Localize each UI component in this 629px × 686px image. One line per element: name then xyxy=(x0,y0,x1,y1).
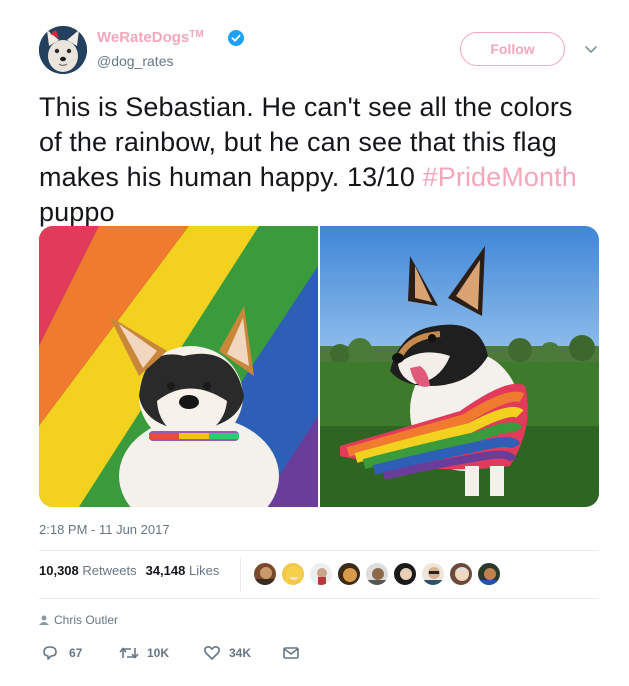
likes-stat[interactable]: 34,148 Likes xyxy=(146,563,220,578)
user-handle[interactable]: @dog_rates xyxy=(97,53,173,69)
display-name[interactable]: WeRateDogsTM xyxy=(97,29,204,46)
liker-avatar[interactable] xyxy=(477,562,501,586)
retweets-stat[interactable]: 10,308 Retweets xyxy=(39,563,137,578)
photo-corgi-on-flag[interactable] xyxy=(39,226,318,507)
tweet-timestamp[interactable]: 2:18 PM - 11 Jun 2017 xyxy=(39,522,170,537)
retweet-icon xyxy=(119,647,139,659)
author-attribution[interactable]: Chris Outler xyxy=(39,613,118,627)
liker-avatar[interactable] xyxy=(253,562,277,586)
author-name: Chris Outler xyxy=(54,613,119,627)
follow-button[interactable]: Follow xyxy=(460,32,565,66)
divider xyxy=(39,598,599,599)
tweet-header: WeRateDogsTM @dog_rates Follow xyxy=(39,24,599,74)
trademark-mark: TM xyxy=(189,29,204,40)
display-name-text: WeRateDogs xyxy=(97,29,190,46)
liker-avatar[interactable] xyxy=(337,562,361,586)
heart-icon xyxy=(203,645,221,660)
like-count: 34K xyxy=(229,646,252,660)
person-icon xyxy=(39,615,49,625)
reply-button[interactable]: 67 xyxy=(41,642,91,664)
liker-avatar[interactable] xyxy=(421,562,445,586)
tweet-text-end: puppo xyxy=(39,197,115,227)
likes-label: Likes xyxy=(188,563,220,578)
avatar[interactable] xyxy=(39,26,87,74)
retweet-count: 10K xyxy=(147,646,170,660)
photo-corgi-on-grass[interactable] xyxy=(320,226,599,507)
liker-avatar[interactable] xyxy=(449,562,473,586)
liker-avatar[interactable] xyxy=(309,562,333,586)
stats-divider xyxy=(240,557,241,592)
retweets-count: 10,308 xyxy=(39,563,79,578)
liker-avatar[interactable] xyxy=(281,562,305,586)
tweet-stats: 10,308 Retweets 34,148 Likes xyxy=(39,563,219,587)
reply-icon xyxy=(43,646,57,660)
media-gallery xyxy=(39,226,599,507)
reply-count: 67 xyxy=(69,646,83,660)
divider xyxy=(39,550,599,551)
verified-badge-icon xyxy=(228,30,244,46)
retweets-label: Retweets xyxy=(82,563,137,578)
liker-avatar[interactable] xyxy=(365,562,389,586)
retweet-button[interactable]: 10K xyxy=(119,642,179,664)
envelope-icon xyxy=(283,647,299,659)
hashtag-link[interactable]: #PrideMonth xyxy=(423,162,577,192)
direct-message-button[interactable] xyxy=(282,642,304,664)
tweet-text: This is Sebastian. He can't see all the … xyxy=(39,90,599,230)
like-button[interactable]: 34K xyxy=(203,642,263,664)
likes-count: 34,148 xyxy=(145,563,186,578)
chevron-down-icon[interactable] xyxy=(584,42,598,56)
liker-avatar[interactable] xyxy=(393,562,417,586)
